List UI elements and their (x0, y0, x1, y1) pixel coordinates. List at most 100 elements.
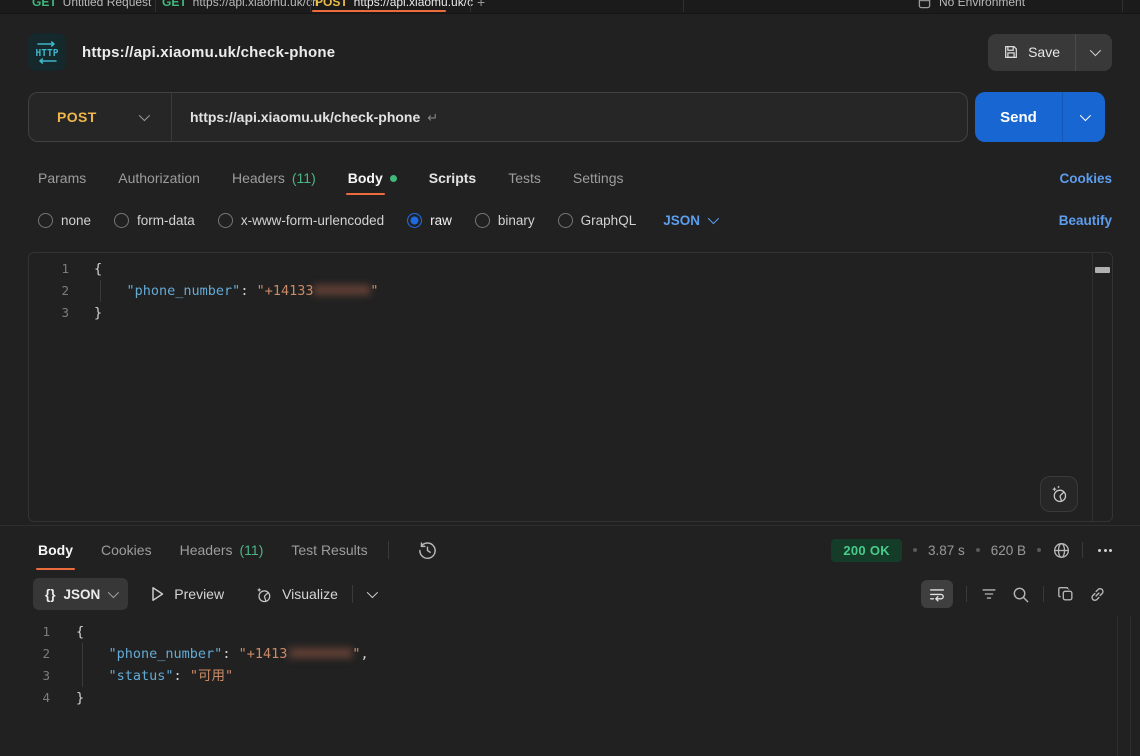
environment-selector[interactable]: No Environment (918, 0, 1025, 13)
dot-separator (913, 548, 917, 552)
request-url-bar: POST https://api.xiaomu.uk/check-phone↵ (28, 92, 968, 142)
save-options-button[interactable] (1076, 34, 1112, 71)
headers-count-badge: (11) (240, 542, 264, 558)
response-tab-test-results[interactable]: Test Results (291, 532, 367, 568)
indent-guide (100, 280, 101, 302)
language-label: JSON (663, 213, 700, 228)
tab-tests[interactable]: Tests (508, 158, 541, 198)
word-wrap-button[interactable] (921, 580, 953, 608)
network-info-button[interactable] (1052, 541, 1071, 560)
link-icon (1088, 585, 1107, 604)
radio-icon (475, 213, 490, 228)
active-tab-underline (312, 10, 446, 12)
mode-x-www-form-urlencoded[interactable]: x-www-form-urlencoded (218, 213, 384, 228)
request-tab-1[interactable]: GETUntitled Request (32, 0, 151, 13)
mode-binary[interactable]: binary (475, 213, 535, 228)
history-clock-icon (417, 540, 438, 561)
line-number: 3 (29, 302, 69, 324)
copy-button[interactable] (1057, 585, 1075, 603)
send-button-group: Send (975, 92, 1105, 142)
response-tab-body[interactable]: Body (38, 532, 73, 568)
chevron-down-icon (1080, 110, 1091, 121)
svg-text:HTTP: HTTP (36, 48, 59, 59)
code-content: } (50, 687, 84, 709)
status-badge: 200 OK (831, 539, 902, 562)
language-selector[interactable]: JSON (663, 213, 716, 228)
tab-authorization[interactable]: Authorization (118, 158, 200, 198)
visualize-sparkle-icon (254, 585, 273, 604)
divider (1082, 542, 1083, 558)
mode-label: GraphQL (581, 213, 637, 228)
mode-graphql[interactable]: GraphQL (558, 213, 637, 228)
preview-button[interactable]: Preview (150, 586, 224, 602)
tab-method: POST (315, 0, 348, 9)
send-options-button[interactable] (1063, 92, 1105, 142)
mode-label: binary (498, 213, 535, 228)
response-tab-cookies[interactable]: Cookies (101, 532, 152, 568)
code-token: : (174, 668, 190, 684)
chevron-down-icon (108, 587, 119, 598)
tab-scripts[interactable]: Scripts (429, 158, 476, 198)
indent-guide (82, 665, 83, 687)
mode-raw-selected[interactable]: raw (407, 213, 452, 228)
response-header: Body Cookies Headers(11) Test Results 20… (38, 532, 1116, 568)
code-line: 2 "phone_number": "+141330000000" (29, 280, 1112, 302)
response-tab-headers[interactable]: Headers(11) (180, 532, 264, 568)
tab-label: https://api.xiaomu.uk/ch (193, 0, 319, 9)
tab-label: Body (348, 170, 383, 186)
code-line: 3 "status": "可用" (0, 665, 1140, 687)
body-mode-row: none form-data x-www-form-urlencoded raw… (38, 204, 1112, 236)
editor-scrollbar (1092, 253, 1112, 521)
send-button[interactable]: Send (975, 92, 1062, 142)
cookies-link[interactable]: Cookies (1059, 171, 1112, 186)
dot-separator (1037, 548, 1041, 552)
format-label: JSON (64, 587, 101, 602)
new-tab-button[interactable]: + (477, 0, 485, 13)
request-code-lines: 1{2 "phone_number": "+141330000000"3} (29, 258, 1112, 324)
code-token (94, 283, 127, 299)
request-body-editor[interactable]: 1{2 "phone_number": "+141330000000"3} (28, 252, 1113, 522)
code-token: { (76, 624, 84, 640)
response-meta: 200 OK 3.87 s 620 B (831, 539, 1116, 562)
response-body-viewer[interactable]: 1{2 "phone_number": "+141330000000",3 "s… (0, 616, 1140, 756)
method-selector[interactable]: POST (29, 93, 171, 141)
view-options-button[interactable] (367, 590, 375, 598)
code-content: } (69, 302, 102, 324)
code-token: "+14133 (257, 283, 314, 299)
response-format-selector[interactable]: {} JSON (33, 578, 128, 610)
save-button-group: Save (988, 34, 1112, 71)
code-line: 4} (0, 687, 1140, 709)
chevron-down-icon (367, 587, 378, 598)
request-tab-2[interactable]: GEThttps://api.xiaomu.uk/ch (162, 0, 319, 13)
tab-label: Params (38, 170, 86, 186)
mode-form-data[interactable]: form-data (114, 213, 195, 228)
code-token (76, 668, 109, 684)
more-options-button[interactable] (1094, 545, 1116, 556)
tab-label: Authorization (118, 170, 200, 186)
visualize-label: Visualize (282, 586, 338, 602)
filter-button[interactable] (980, 585, 998, 603)
indent-guide (82, 643, 83, 665)
copy-link-button[interactable] (1088, 585, 1107, 604)
divider (171, 93, 172, 141)
postbot-button[interactable] (1040, 476, 1078, 512)
url-input[interactable]: https://api.xiaomu.uk/check-phone↵ (190, 109, 438, 126)
chevron-down-icon (708, 213, 719, 224)
tab-body[interactable]: Body (348, 158, 397, 198)
tab-params[interactable]: Params (38, 158, 86, 198)
request-tab-bar: Params Authorization Headers(11) Body Sc… (38, 158, 1112, 198)
visualize-button[interactable]: Visualize (254, 585, 338, 604)
save-button[interactable]: Save (988, 34, 1075, 71)
response-scrollbar-track[interactable] (1117, 616, 1131, 756)
postman-app: GETUntitled Request GEThttps://api.xiaom… (0, 0, 1140, 756)
postbot-sparkle-icon (1049, 484, 1069, 504)
tab-headers[interactable]: Headers(11) (232, 158, 316, 198)
response-history-button[interactable] (417, 540, 438, 561)
request-title: https://api.xiaomu.uk/check-phone (82, 44, 335, 61)
search-button[interactable] (1011, 585, 1030, 604)
scrollbar-thumb[interactable] (1095, 267, 1110, 273)
tab-settings[interactable]: Settings (573, 158, 624, 198)
response-time: 3.87 s (928, 543, 965, 558)
mode-none[interactable]: none (38, 213, 91, 228)
beautify-link[interactable]: Beautify (1059, 213, 1112, 228)
